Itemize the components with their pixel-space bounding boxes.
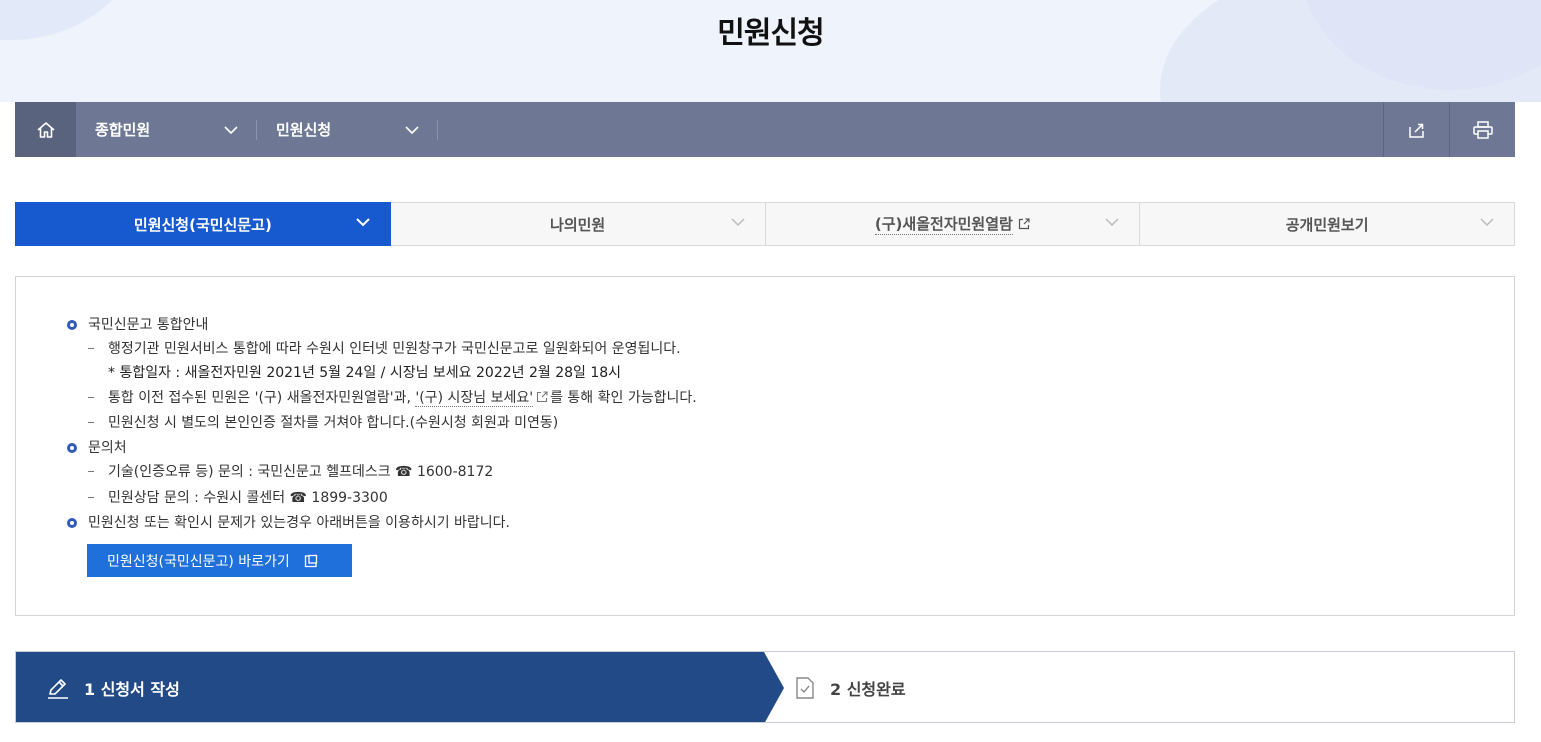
- breadcrumb-select-level1[interactable]: 종합민원: [76, 102, 256, 157]
- notice-text: * 통합일자 : 새올전자민원 2021년 5월 24일 / 시장님 보세요 2…: [108, 365, 622, 381]
- external-link-icon: [304, 554, 317, 567]
- bullet-icon: [67, 443, 77, 453]
- tab-public-petitions[interactable]: 공개민원보기: [1140, 202, 1515, 246]
- notice-item: 행정기관 민원서비스 통합에 따라 수원시 인터넷 민원창구가 국민신문고로 일…: [88, 337, 697, 361]
- notice-text: 민원신청 시 별도의 본인인증 절차를 거쳐야 합니다.(수원시청 회원과 미연…: [108, 415, 559, 431]
- chevron-down-icon: [405, 125, 419, 134]
- dash-icon: [88, 497, 94, 498]
- share-icon: [1408, 123, 1424, 138]
- divider: [437, 119, 438, 140]
- tab-old-saeol-petitions[interactable]: (구)새올전자민원열람: [765, 202, 1141, 246]
- document-check-icon: [796, 677, 814, 699]
- page-title: 민원신청: [717, 16, 824, 51]
- breadcrumb-level1-label: 종합민원: [95, 121, 151, 139]
- print-icon: [1472, 120, 1493, 139]
- notice-text: 민원상담 문의 : 수원시 콜센터 ☎ 1899-3300: [108, 490, 388, 506]
- notice-text: 기술(인증오류 등) 문의 : 국민신문고 헬프데스크 ☎ 1600-8172: [108, 464, 494, 480]
- notice-item: 민원신청 시 별도의 본인인증 절차를 거쳐야 합니다.(수원시청 회원과 미연…: [88, 411, 697, 435]
- print-button[interactable]: [1449, 102, 1515, 157]
- share-button[interactable]: [1383, 102, 1449, 157]
- bullet-icon: [67, 518, 77, 528]
- step-label: 1 신청서 작성: [84, 680, 180, 699]
- pencil-icon: [48, 679, 68, 699]
- chevron-down-icon: [224, 125, 238, 134]
- chevron-down-icon: [356, 218, 370, 227]
- external-link-icon: [537, 391, 548, 403]
- notice-section: 문의처: [66, 436, 697, 460]
- tab-bar: 민원신청(국민신문고) 나의민원 (구)새올전자민원열람 공개민원보기: [15, 202, 1515, 246]
- step-application-complete: 2 신청완료: [794, 652, 906, 722]
- notice-section: 국민신문고 통합안내: [66, 313, 697, 337]
- notice-item: 기술(인증오류 등) 문의 : 국민신문고 헬프데스크 ☎ 1600-8172: [88, 460, 697, 484]
- breadcrumb: 종합민원 민원신청: [15, 102, 1515, 157]
- progress-steps: 1 신청서 작성 2 신청완료: [15, 651, 1515, 723]
- notice-list: 국민신문고 통합안내 행정기관 민원서비스 통합에 따라 수원시 인터넷 민원창…: [66, 313, 697, 535]
- notice-item: 민원상담 문의 : 수원시 콜센터 ☎ 1899-3300: [88, 486, 697, 510]
- notice-subitem: * 통합일자 : 새올전자민원 2021년 5월 24일 / 시장님 보세요 2…: [88, 361, 697, 385]
- notice-section: 민원신청 또는 확인시 문제가 있는경우 아래버튼을 이용하시기 바랍니다.: [66, 511, 697, 535]
- bullet-icon: [67, 320, 77, 330]
- notice-item: 통합 이전 접수된 민원은 '(구) 새올전자민원열람'과, '(구) 시장님 …: [88, 386, 697, 410]
- chevron-down-icon: [730, 218, 745, 227]
- notice-box: 국민신문고 통합안내 행정기관 민원서비스 통합에 따라 수원시 인터넷 민원창…: [15, 276, 1515, 616]
- chevron-down-icon: [1105, 218, 1119, 227]
- chevron-down-icon: [1480, 218, 1494, 227]
- go-to-epeople-button[interactable]: 민원신청(국민신문고) 바로가기: [87, 544, 352, 577]
- step-write-application: 1 신청서 작성: [16, 652, 784, 722]
- dash-icon: [88, 422, 94, 423]
- notice-heading: 민원신청 또는 확인시 문제가 있는경우 아래버튼을 이용하시기 바랍니다.: [88, 515, 510, 531]
- home-icon: [36, 121, 55, 138]
- button-label: 민원신청(국민신문고) 바로가기: [107, 553, 290, 570]
- dash-icon: [88, 471, 94, 472]
- tab-my-petitions[interactable]: 나의민원: [390, 202, 766, 246]
- breadcrumb-select-level2[interactable]: 민원신청: [257, 102, 437, 157]
- tab-label: (구)새올전자민원열람: [874, 215, 1013, 235]
- external-link-icon: [1018, 218, 1030, 230]
- notice-text: 를 통해 확인 가능합니다.: [550, 390, 697, 406]
- notice-heading: 문의처: [88, 440, 127, 456]
- tab-civil-petition[interactable]: 민원신청(국민신문고): [15, 202, 391, 246]
- home-button[interactable]: [15, 102, 76, 157]
- page-header-banner: 민원신청: [0, 0, 1541, 102]
- notice-text: 통합 이전 접수된 민원은 '(구) 새올전자민원열람'과,: [108, 390, 416, 406]
- tab-label: 나의민원: [550, 215, 606, 234]
- old-mayor-board-link[interactable]: '(구) 시장님 보세요': [415, 390, 534, 407]
- tab-label: 공개민원보기: [1285, 215, 1369, 234]
- step-label: 2 신청완료: [830, 680, 906, 699]
- dash-icon: [88, 397, 94, 398]
- tab-label: 민원신청(국민신문고): [133, 215, 272, 234]
- breadcrumb-level2-label: 민원신청: [276, 121, 332, 139]
- dash-icon: [88, 348, 94, 349]
- notice-text: 행정기관 민원서비스 통합에 따라 수원시 인터넷 민원창구가 국민신문고로 일…: [108, 341, 681, 357]
- notice-heading: 국민신문고 통합안내: [88, 317, 209, 333]
